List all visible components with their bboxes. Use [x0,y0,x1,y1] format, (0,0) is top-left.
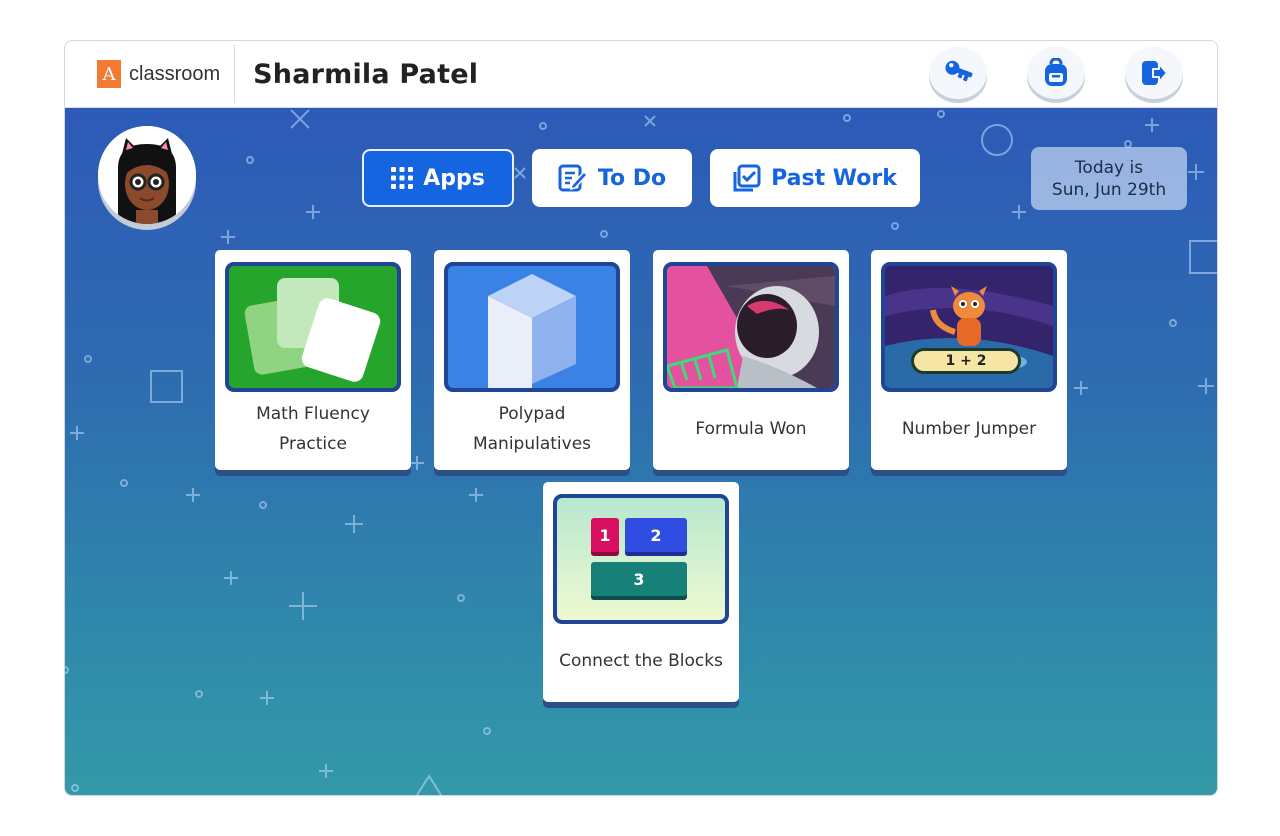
app-card-connect-blocks[interactable]: 1 2 3 Connect the Blocks [543,482,739,702]
astronaut-icon [667,266,835,388]
note-edit-icon [558,164,588,192]
app-thumbnail: 1 + 2 [881,262,1057,392]
date-line-1: Today is [1074,157,1144,178]
equation-badge: 1 + 2 [911,348,1021,374]
app-card-label: Math Fluency Practice [256,404,370,454]
app-card-number-jumper[interactable]: 1 + 2 Number Jumper [871,250,1067,470]
app-thumbnail [663,262,839,392]
date-display: Today is Sun, Jun 29th [1031,147,1187,210]
app-card-polypad[interactable]: Polypad Manipulatives [434,250,630,470]
backpack-button[interactable] [1027,47,1085,99]
key-icon [945,60,973,82]
app-thumbnail: 1 2 3 [553,494,729,624]
app-card-label: Number Jumper [901,419,1037,439]
cube-icon [488,274,576,388]
tab-apps[interactable]: Apps [362,149,514,207]
backpack-icon [1045,58,1067,86]
logo-text: classroom [129,62,221,85]
tab-apps-label: Apps [423,165,485,191]
sign-out-button[interactable] [1125,47,1183,99]
app-window: A classroom Sharmila Patel Apps To Do Pa… [64,40,1218,796]
header-actions [929,47,1183,99]
sign-out-icon [1142,61,1168,85]
block-1: 1 [591,518,619,552]
grid-icon [391,167,414,189]
logo-mark: A [97,60,121,88]
tab-to-do[interactable]: To Do [532,149,692,207]
app-thumbnail [225,262,401,392]
block-3: 3 [591,562,687,596]
block-2: 2 [625,518,687,552]
app-thumbnail [444,262,620,392]
header-divider [234,45,236,103]
classroom-logo[interactable]: A classroom [97,41,220,107]
tab-to-do-label: To Do [597,165,667,191]
block-1-label: 1 [599,525,611,545]
app-card-formula-won[interactable]: Formula Won [653,250,849,470]
app-card-math-fluency[interactable]: Math Fluency Practice [215,250,411,470]
top-bar: A classroom Sharmila Patel [65,41,1217,108]
app-card-label: Connect the Blocks [559,651,723,671]
main-nav: Apps To Do Past Work [362,149,920,207]
app-card-label: Polypad Manipulatives [472,404,592,454]
cards-icon [244,278,381,382]
app-card-label: Formula Won [695,419,807,439]
student-name: Sharmila Patel [253,58,479,90]
key-button[interactable] [929,47,987,99]
student-avatar[interactable] [98,126,196,224]
tab-past-work[interactable]: Past Work [710,149,920,207]
main-area: Apps To Do Past Work Today is Sun, Jun 2… [65,108,1217,795]
avatar-image [98,126,196,224]
checked-box-icon [733,164,761,192]
date-line-2: Sun, Jun 29th [1051,179,1167,200]
block-3-label: 3 [633,569,645,589]
equation-text: 1 + 2 [945,353,987,369]
tab-past-work-label: Past Work [771,165,897,191]
block-2-label: 2 [650,525,662,545]
